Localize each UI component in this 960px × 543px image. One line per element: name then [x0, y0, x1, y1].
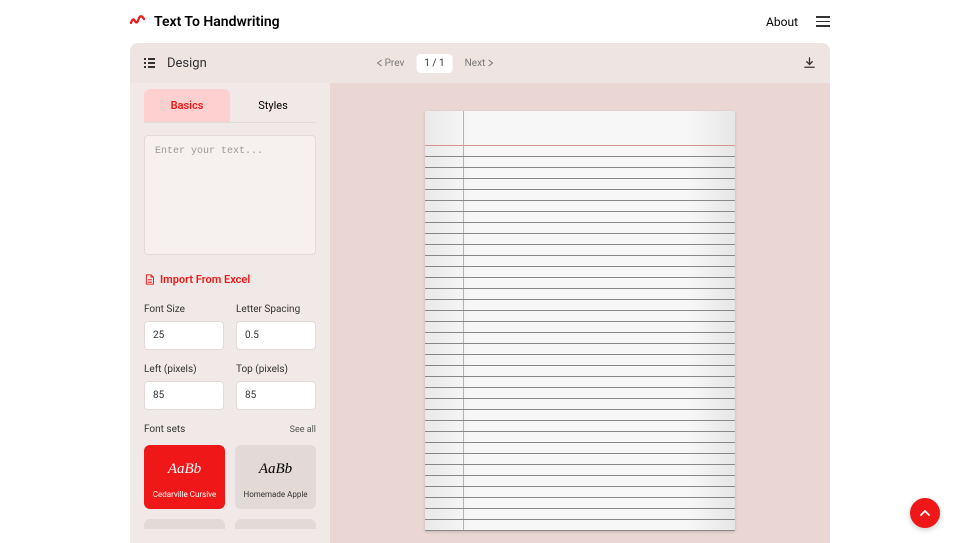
- letter-spacing-field: Letter Spacing: [236, 304, 316, 350]
- import-excel-link[interactable]: Import From Excel: [144, 273, 316, 286]
- font-sets-title: Font sets: [144, 424, 185, 435]
- left-field: Left (pixels): [144, 364, 224, 410]
- extra-font-cards: [144, 519, 316, 529]
- font-preview: AaBb: [239, 461, 312, 478]
- about-link[interactable]: About: [766, 15, 798, 29]
- chevron-right-icon: [487, 59, 493, 67]
- tab-basics[interactable]: Basics: [144, 89, 230, 122]
- brand: Text To Handwriting: [130, 11, 280, 32]
- file-icon: [144, 274, 155, 285]
- top-input[interactable]: [236, 381, 316, 410]
- toolbar-right: [803, 57, 816, 70]
- font-name: Homemade Apple: [239, 490, 312, 499]
- top-label: Top (pixels): [236, 364, 316, 375]
- field-row-1: Font Size Letter Spacing: [144, 304, 316, 350]
- chevron-left-icon: [377, 59, 383, 67]
- field-row-2: Left (pixels) Top (pixels): [144, 364, 316, 410]
- font-name: Cedarville Cursive: [148, 490, 221, 499]
- paper-lines: [425, 146, 735, 531]
- design-label: Design: [167, 56, 207, 71]
- next-button[interactable]: Next: [459, 54, 500, 73]
- font-card-placeholder[interactable]: [144, 519, 225, 529]
- font-grid: AaBb Cedarville Cursive AaBb Homemade Ap…: [144, 445, 316, 509]
- pagination: Prev 1 / 1 Next: [371, 54, 500, 73]
- top-field: Top (pixels): [236, 364, 316, 410]
- list-icon: [144, 58, 155, 68]
- font-size-input[interactable]: [144, 321, 224, 350]
- font-size-label: Font Size: [144, 304, 224, 315]
- scroll-top-button[interactable]: [910, 498, 940, 528]
- prev-label: Prev: [385, 58, 405, 69]
- hamburger-menu-icon[interactable]: [816, 16, 830, 27]
- paper-preview: [425, 111, 735, 531]
- chevron-up-icon: [919, 507, 931, 519]
- download-icon[interactable]: [803, 57, 816, 70]
- left-label: Left (pixels): [144, 364, 224, 375]
- text-input[interactable]: [144, 135, 316, 255]
- preview-area: [330, 83, 830, 543]
- font-card-homemade[interactable]: AaBb Homemade Apple: [235, 445, 316, 509]
- app-header: Text To Handwriting About: [0, 0, 960, 43]
- font-sets-header: Font sets See all: [144, 424, 316, 435]
- prev-button[interactable]: Prev: [371, 54, 411, 73]
- import-label: Import From Excel: [160, 273, 250, 286]
- letter-spacing-input[interactable]: [236, 321, 316, 350]
- brand-title: Text To Handwriting: [154, 14, 280, 30]
- page-indicator: 1 / 1: [416, 54, 452, 73]
- font-card-cedarville[interactable]: AaBb Cedarville Cursive: [144, 445, 225, 509]
- left-input[interactable]: [144, 381, 224, 410]
- main-container: Design Prev 1 / 1 Next: [130, 43, 830, 543]
- app-column: Design Prev 1 / 1 Next: [130, 43, 830, 543]
- next-label: Next: [465, 58, 486, 69]
- toolbar: Design Prev 1 / 1 Next: [130, 43, 830, 83]
- toolbar-left: Design: [144, 56, 207, 71]
- font-preview: AaBb: [148, 461, 221, 478]
- tabs: Basics Styles: [144, 89, 316, 123]
- font-size-field: Font Size: [144, 304, 224, 350]
- header-right: About: [766, 15, 830, 29]
- see-all-link[interactable]: See all: [290, 425, 316, 435]
- brand-logo-icon: [130, 11, 146, 32]
- tab-styles[interactable]: Styles: [230, 89, 316, 122]
- letter-spacing-label: Letter Spacing: [236, 304, 316, 315]
- font-card-placeholder[interactable]: [235, 519, 316, 529]
- body-split: Basics Styles Import From Excel Font: [130, 83, 830, 543]
- settings-panel: Basics Styles Import From Excel Font: [130, 83, 330, 543]
